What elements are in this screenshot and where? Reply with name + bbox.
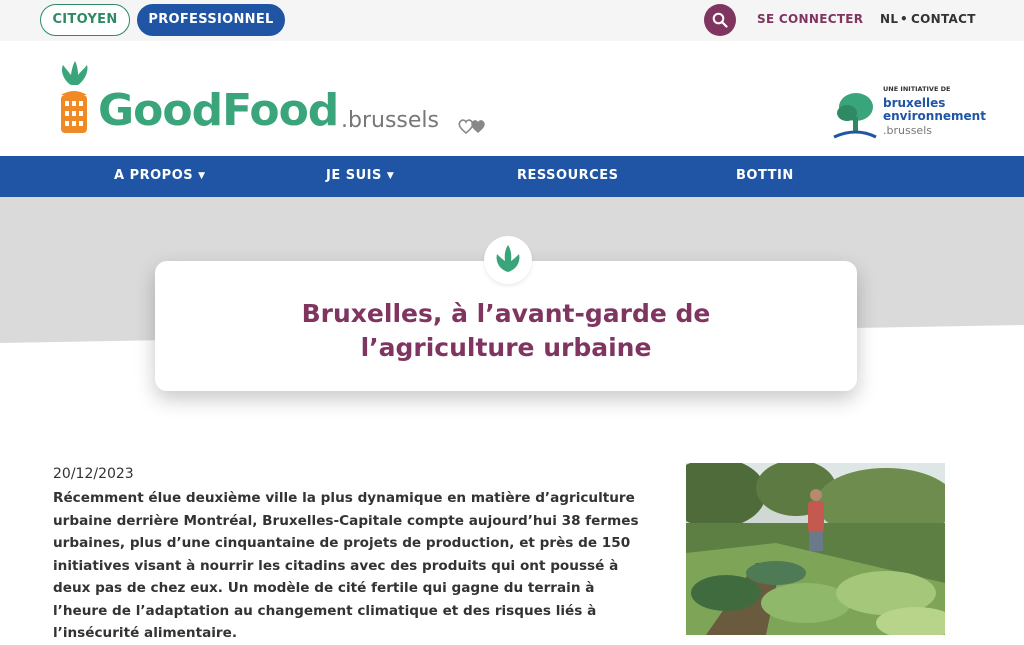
chevron-down-icon: ▼: [386, 171, 395, 181]
login-link[interactable]: SE CONNECTER: [757, 12, 863, 26]
separator-dot: •: [900, 12, 908, 26]
partner-name-line1: bruxelles: [883, 96, 946, 110]
logo-suffix: .brussels: [341, 108, 439, 133]
partner-name-line2: environnement: [883, 109, 986, 123]
goodfood-logo[interactable]: GoodFood .brussels: [54, 61, 494, 141]
nav-item-ressources[interactable]: RESSOURCES: [517, 168, 618, 183]
nav-item-je-suis[interactable]: JE SUIS ▼: [326, 168, 394, 183]
nav-item-bottin[interactable]: BOTTIN: [736, 168, 794, 183]
citoyen-button[interactable]: CITOYEN: [40, 4, 130, 36]
leaf-badge: [484, 236, 532, 284]
partner-tagline: UNE INITIATIVE DE: [883, 85, 951, 93]
search-button[interactable]: [704, 4, 736, 36]
leaf-icon: [496, 245, 520, 272]
chevron-down-icon: ▼: [198, 171, 206, 181]
urban-farm-photo: [686, 463, 945, 635]
search-icon: [712, 12, 728, 28]
nav-item-label: JE SUIS: [326, 168, 382, 183]
page-title-line2: l’agriculture urbaine: [360, 333, 652, 362]
professionnel-button[interactable]: PROFESSIONNEL: [137, 4, 285, 36]
page-title-line1: Bruxelles, à l’avant-garde de: [301, 299, 711, 328]
language-nl-link[interactable]: NL: [880, 12, 898, 26]
article-date: 20/12/2023: [53, 466, 134, 482]
nav-item-a-propos[interactable]: A PROPOS ▼: [114, 168, 206, 183]
logo-wordmark: GoodFood: [98, 85, 339, 136]
nav-item-label: A PROPOS: [114, 168, 194, 183]
hearts-icon: [458, 119, 485, 135]
site-header: GoodFood .brussels UNE INITIATIVE DE bru…: [0, 41, 1024, 156]
top-utility-bar: CITOYEN PROFESSIONNEL SE CONNECTER NL • …: [0, 0, 1024, 41]
partner-name-line3: .brussels: [883, 124, 932, 137]
tree-logo-icon: [833, 93, 877, 139]
page-title: Bruxelles, à l’avant-garde de l’agricult…: [155, 297, 857, 365]
contact-link[interactable]: CONTACT: [911, 12, 976, 26]
main-navigation: A PROPOS ▼ JE SUIS ▼ RESSOURCES BOTTIN: [0, 156, 1024, 197]
article-intro: Récemment élue deuxième ville la plus dy…: [53, 490, 639, 641]
nav-item-label: RESSOURCES: [517, 168, 619, 183]
bruxelles-environnement-logo[interactable]: UNE INITIATIVE DE bruxelles environnemen…: [832, 85, 986, 145]
carrot-logo-icon: [61, 61, 88, 133]
nav-item-label: BOTTIN: [736, 168, 794, 183]
